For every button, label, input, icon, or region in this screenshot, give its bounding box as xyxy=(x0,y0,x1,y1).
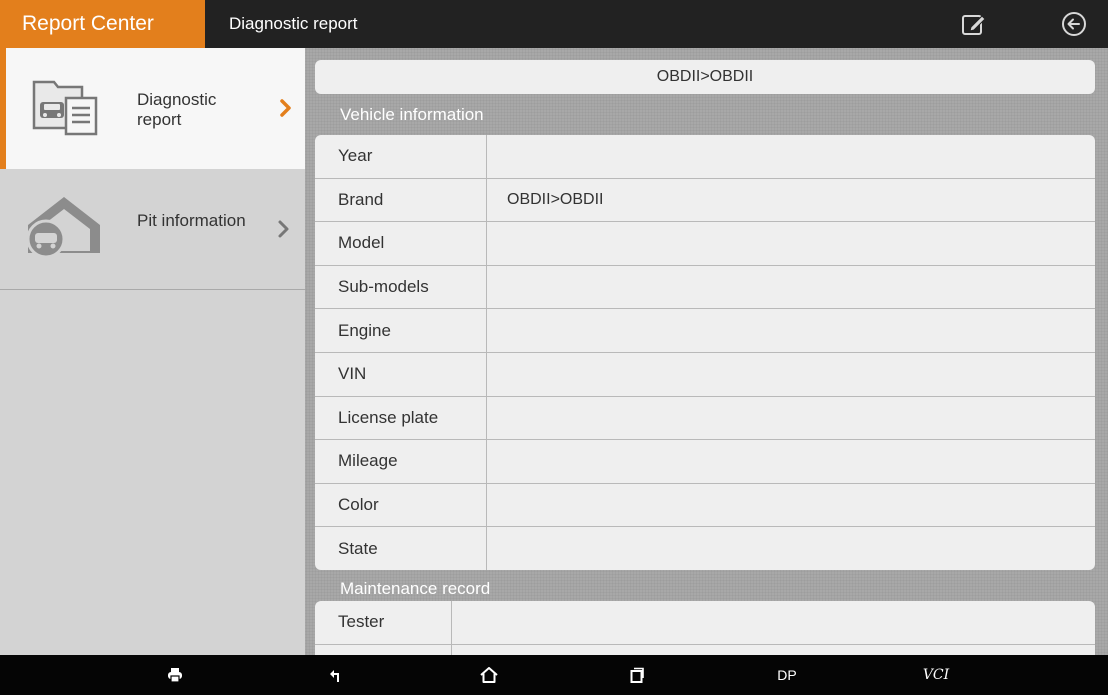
vehicle-info-table: Year Brand OBDII>OBDII Model Sub-models E… xyxy=(315,135,1095,570)
row-label: Color xyxy=(315,483,487,527)
row-label: Year xyxy=(315,135,487,178)
row-label: License plate xyxy=(315,396,487,440)
recent-apps-icon[interactable] xyxy=(622,655,652,695)
system-nav-bar: DP VCI xyxy=(0,655,1108,695)
sidebar-item-label: Pit information xyxy=(137,211,246,230)
app-title: Report Center xyxy=(0,0,205,48)
sidebar: Diagnostic report Pit information xyxy=(0,48,305,655)
row-label: State xyxy=(315,527,487,570)
table-row: License plate xyxy=(315,396,1095,441)
dp-button[interactable]: DP xyxy=(772,655,802,695)
table-row: VIN xyxy=(315,352,1095,397)
chevron-right-icon xyxy=(276,217,292,241)
table-row: Engine xyxy=(315,309,1095,353)
back-arrow-icon[interactable] xyxy=(320,655,350,695)
report-document-icon xyxy=(24,70,104,140)
page-title: Diagnostic report xyxy=(229,14,358,33)
sidebar-item-diagnostic-report[interactable]: Diagnostic report xyxy=(0,48,305,169)
row-label: Tester xyxy=(315,601,452,644)
home-icon[interactable] xyxy=(474,655,504,695)
table-row: Tester xyxy=(315,601,1095,645)
row-label xyxy=(315,644,452,655)
table-row: Color xyxy=(315,483,1095,528)
garage-car-icon xyxy=(24,189,104,259)
table-row: Year xyxy=(315,135,1095,179)
row-label: VIN xyxy=(315,352,487,396)
section-title-maintenance: Maintenance record xyxy=(340,579,491,598)
table-row: Sub-models xyxy=(315,265,1095,310)
table-row: State xyxy=(315,527,1095,570)
maintenance-record-table: Tester xyxy=(315,601,1095,655)
row-label: Brand xyxy=(315,178,487,222)
table-row: Brand OBDII>OBDII xyxy=(315,178,1095,223)
row-label: Mileage xyxy=(315,440,487,483)
row-label: Engine xyxy=(315,309,487,352)
back-circle-icon[interactable] xyxy=(1060,10,1088,38)
row-label: Sub-models xyxy=(315,265,487,309)
section-title-vehicle: Vehicle information xyxy=(340,105,484,124)
edit-icon[interactable] xyxy=(960,10,988,38)
row-label: Model xyxy=(315,222,487,265)
printer-icon[interactable] xyxy=(160,655,190,695)
table-row xyxy=(315,644,1095,655)
chevron-right-icon xyxy=(278,96,294,120)
table-row: Mileage xyxy=(315,440,1095,484)
row-value: OBDII>OBDII xyxy=(507,190,604,208)
report-content[interactable]: OBDII>OBDII Vehicle information Year Bra… xyxy=(305,48,1108,655)
sidebar-item-label: Diagnostic report xyxy=(137,90,217,129)
table-row: Model xyxy=(315,222,1095,266)
vehicle-path: OBDII>OBDII xyxy=(315,60,1095,94)
sidebar-item-pit-information[interactable]: Pit information xyxy=(0,169,305,290)
title-bar: Report Center Diagnostic report xyxy=(0,0,1108,48)
vci-button[interactable]: VCI xyxy=(918,655,954,695)
